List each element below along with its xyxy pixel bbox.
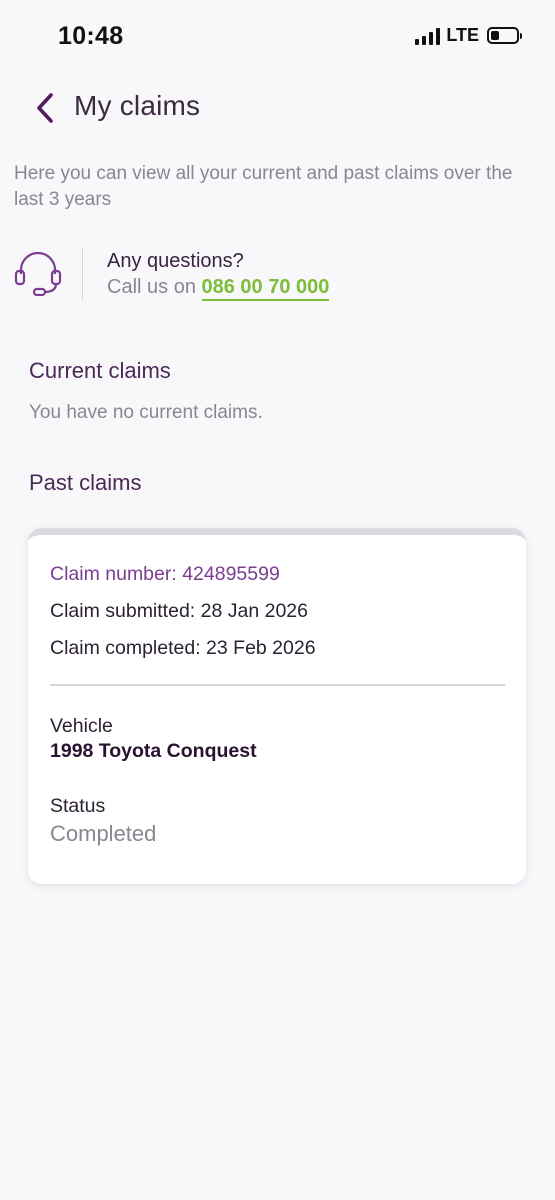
vehicle-label: Vehicle [50,715,113,737]
battery-icon [487,27,522,44]
claim-card[interactable]: Claim number: 424895599 Claim submitted:… [28,528,526,884]
chevron-left-icon [37,93,53,123]
current-claims-title: Current claims [29,358,171,383]
intro-text: Here you can view all your current and p… [14,163,513,210]
my-claims-screen: 10:48 LTE My claims Here you can view al… [0,0,555,1200]
card-divider [50,684,505,686]
vehicle-value: 1998 Toyota Conquest [50,740,257,762]
contact-call-line: Call us on 086 00 70 000 [107,276,330,301]
battery-level [491,31,500,40]
headset-icon [14,252,62,296]
status-label: Status [50,795,106,817]
signal-icon [415,27,441,45]
call-prefix: Call us on [107,276,196,298]
claim-completed: Claim completed: 23 Feb 2026 [50,637,316,659]
contact-section: Any questions? Call us on 086 00 70 000 [14,246,534,302]
claim-submitted: Claim submitted: 28 Jan 2026 [50,600,308,622]
contact-question: Any questions? [107,250,244,272]
network-label: LTE [446,25,479,45]
back-button[interactable] [30,90,60,126]
no-current-claims-text: You have no current claims. [29,402,263,423]
contact-divider [82,248,83,300]
status-indicators: LTE [415,25,522,46]
phone-link[interactable]: 086 00 70 000 [201,276,330,301]
status-time: 10:48 [58,22,124,50]
status-value: Completed [50,821,157,846]
claim-number: Claim number: 424895599 [50,563,280,585]
status-bar: 10:48 LTE [0,0,555,70]
past-claims-title: Past claims [29,470,142,495]
page-title: My claims [74,90,201,121]
